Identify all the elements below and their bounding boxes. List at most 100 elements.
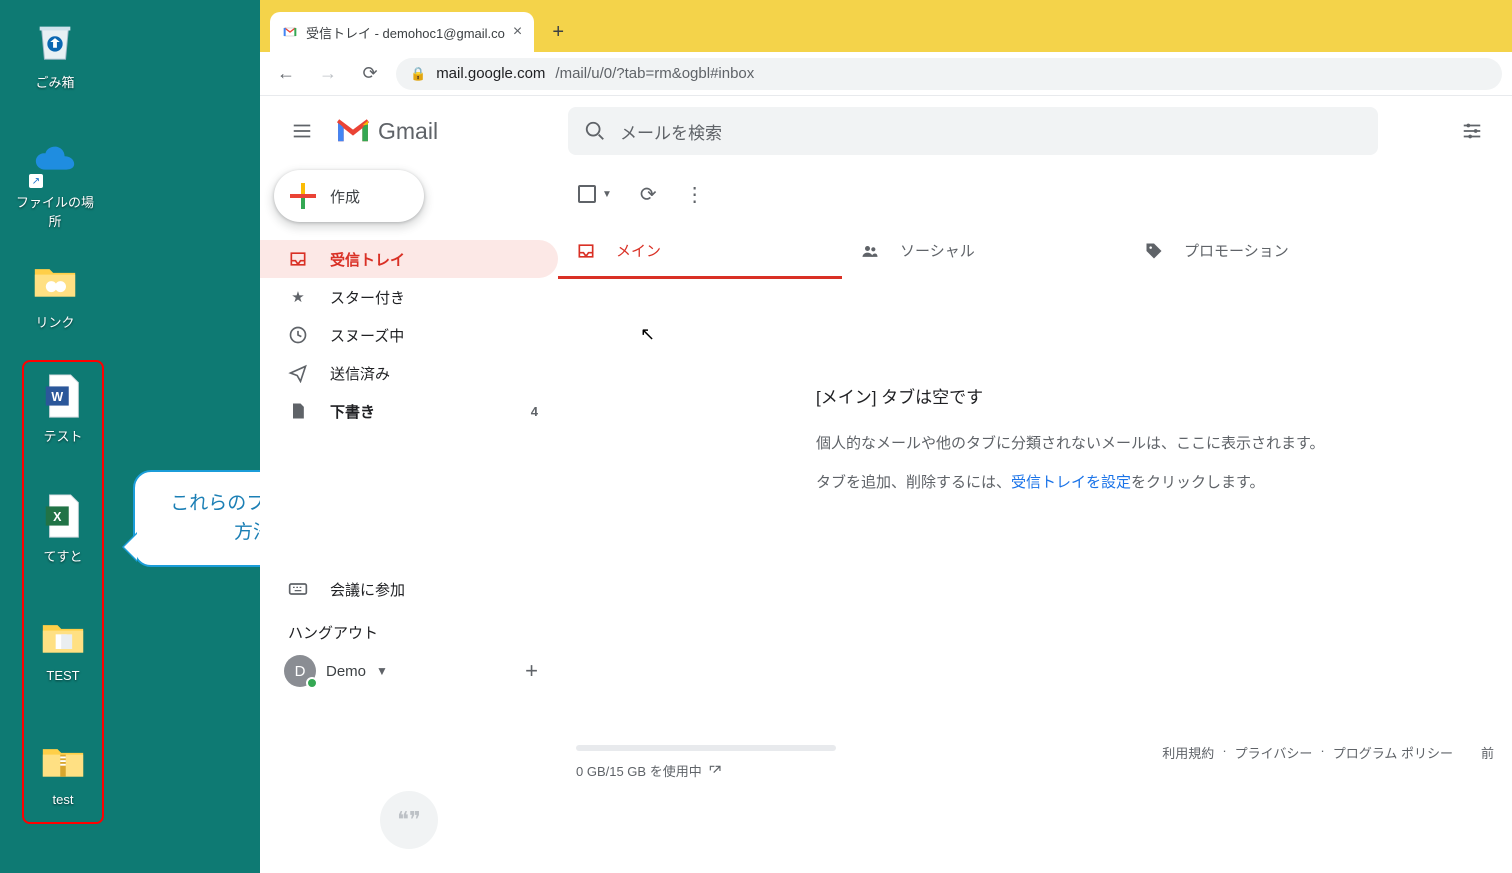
desktop-icon-excel[interactable]: X てすと (18, 492, 108, 565)
gmail-favicon (282, 24, 298, 40)
desktop-icon-links[interactable]: リンク (10, 258, 100, 331)
gmail-app: Gmail 作成 受信トレイ ★ スター付き スヌーズ中 送信済み 下書き4 会議… (260, 96, 1512, 873)
main-menu-button[interactable] (280, 109, 324, 153)
promotions-tab-icon (1144, 241, 1164, 261)
mail-toolbar: ▼ ⟳ ⋮ (558, 166, 1512, 222)
tab-close-icon[interactable]: × (513, 23, 522, 41)
nav-label: スター付き (330, 287, 405, 308)
nav-starred[interactable]: ★ スター付き (260, 278, 558, 316)
star-icon: ★ (288, 287, 308, 307)
nav-label: 送信済み (330, 363, 390, 384)
cursor-icon: ↖ (640, 324, 655, 345)
url-host: mail.google.com (436, 65, 545, 82)
desktop-icon-word[interactable]: W テスト (18, 372, 108, 445)
nav-drafts[interactable]: 下書き4 (260, 392, 558, 430)
drafts-icon (288, 401, 308, 421)
cloud-folder-icon: ↗ (31, 138, 79, 186)
desktop-icon-zip[interactable]: test (18, 738, 108, 807)
hangout-row[interactable]: D Demo ▼ + (260, 649, 558, 687)
folder-icon (39, 614, 87, 662)
url-path: /mail/u/0/?tab=rm&ogbl#inbox (555, 65, 754, 82)
empty-title: [メイン] タブは空です (816, 376, 1482, 420)
tab-title: 受信トレイ - demohoc1@gmail.co (306, 23, 505, 42)
nav-join-meeting[interactable]: 会議に参加 (260, 570, 558, 608)
nav-reload-button[interactable]: ⟳ (354, 58, 386, 90)
meet-nav: 会議に参加 (260, 570, 558, 608)
chevron-down-icon: ▼ (376, 664, 388, 678)
search-placeholder: メールを検索 (620, 119, 722, 144)
nav-forward-button[interactable]: → (312, 58, 344, 90)
clock-icon (288, 325, 308, 345)
presence-dot (306, 677, 318, 689)
primary-tab-icon (576, 241, 596, 261)
hangout-add-button[interactable]: + (525, 658, 538, 684)
storage-usage: 0 GB/15 GB を使用中 (576, 743, 836, 780)
nav-inbox[interactable]: 受信トレイ (260, 240, 558, 278)
nav-sent[interactable]: 送信済み (260, 354, 558, 392)
omnibox[interactable]: 🔒 mail.google.com/mail/u/0/?tab=rm&ogbl#… (396, 58, 1502, 90)
desktop-icon-folder[interactable]: TEST (18, 614, 108, 683)
gmail-left-panel: Gmail 作成 受信トレイ ★ スター付き スヌーズ中 送信済み 下書き4 会議… (260, 96, 558, 873)
browser-tab[interactable]: 受信トレイ - demohoc1@gmail.co × (270, 12, 534, 52)
external-link-icon[interactable] (708, 764, 722, 778)
compose-plus-icon (290, 183, 316, 209)
desktop-label: TEST (18, 668, 108, 683)
search-box[interactable]: メールを検索 (568, 107, 1378, 155)
tab-label: メイン (616, 240, 661, 261)
desktop-label: テスト (18, 426, 108, 445)
gmail-header-left: Gmail (260, 96, 558, 166)
tab-promotions[interactable]: プロモーション (1126, 222, 1446, 279)
new-tab-button[interactable]: + (542, 16, 574, 48)
storage-bar (576, 745, 836, 751)
desktop-icon-filesloc[interactable]: ↗ ファイルの場所 (10, 138, 100, 230)
tab-label: プロモーション (1184, 240, 1289, 261)
hangout-header: ハングアウト (260, 608, 558, 649)
inbox-settings-link[interactable]: 受信トレイを設定 (1011, 474, 1131, 491)
desktop-icon-trash[interactable]: ごみ箱 (10, 18, 100, 91)
compose-button[interactable]: 作成 (274, 170, 424, 222)
footer-policies[interactable]: プログラム ポリシー (1333, 743, 1453, 762)
nav-label: 下書き (330, 401, 375, 422)
search-icon (584, 120, 606, 142)
search-options-button[interactable] (1450, 109, 1494, 153)
trash-icon (31, 18, 79, 66)
more-button[interactable]: ⋮ (685, 182, 705, 207)
refresh-button[interactable]: ⟳ (640, 182, 657, 207)
browser-titlebar: 受信トレイ - demohoc1@gmail.co × + (260, 0, 1512, 52)
desktop-label: test (18, 792, 108, 807)
browser-window: 受信トレイ - demohoc1@gmail.co × + ← → ⟳ 🔒 ma… (260, 0, 1512, 873)
desktop-label: ファイルの場所 (10, 192, 100, 230)
tab-primary[interactable]: メイン (558, 222, 842, 279)
empty-line: 個人的なメールや他のタブに分類されないメールは、ここに表示されます。 (816, 424, 1482, 463)
storage-text: 0 GB/15 GB を使用中 (576, 761, 702, 780)
footer-terms[interactable]: 利用規約 (1162, 743, 1214, 762)
chevron-down-icon[interactable]: ▼ (602, 189, 612, 200)
keyboard-icon (288, 579, 308, 599)
svg-text:W: W (51, 390, 63, 404)
gmail-footer: 0 GB/15 GB を使用中 利用規約 · プライバシー · プログラム ポリ… (558, 733, 1512, 873)
tab-social[interactable]: ソーシャル (842, 222, 1126, 279)
gmail-header-right: メールを検索 (558, 96, 1512, 166)
avatar: D (284, 655, 316, 687)
lock-icon: 🔒 (410, 66, 426, 82)
empty-state: [メイン] タブは空です 個人的なメールや他のタブに分類されないメールは、ここに… (558, 280, 1512, 502)
hangout-name: Demo (326, 663, 366, 680)
gmail-logo-text: Gmail (378, 118, 438, 145)
compose-label: 作成 (330, 186, 360, 207)
inbox-icon (288, 249, 308, 269)
chat-fab[interactable]: ❝❞ (380, 791, 438, 849)
select-all-checkbox[interactable]: ▼ (578, 185, 612, 203)
footer-privacy[interactable]: プライバシー (1235, 743, 1313, 762)
social-tab-icon (860, 241, 880, 261)
gmail-logo[interactable]: Gmail (334, 117, 438, 145)
address-bar: ← → ⟳ 🔒 mail.google.com/mail/u/0/?tab=rm… (260, 52, 1512, 96)
category-tabs: メイン ソーシャル プロモーション (558, 222, 1512, 280)
desktop-label: てすと (18, 546, 108, 565)
nav-back-button[interactable]: ← (270, 58, 302, 90)
desktop-label: リンク (10, 312, 100, 331)
nav-snoozed[interactable]: スヌーズ中 (260, 316, 558, 354)
nav-label: 受信トレイ (330, 249, 405, 270)
desktop: ごみ箱 ↗ ファイルの場所 リンク W テスト X てすと TEST test (0, 0, 260, 873)
zip-folder-icon (39, 738, 87, 786)
folder-links-icon (31, 258, 79, 306)
